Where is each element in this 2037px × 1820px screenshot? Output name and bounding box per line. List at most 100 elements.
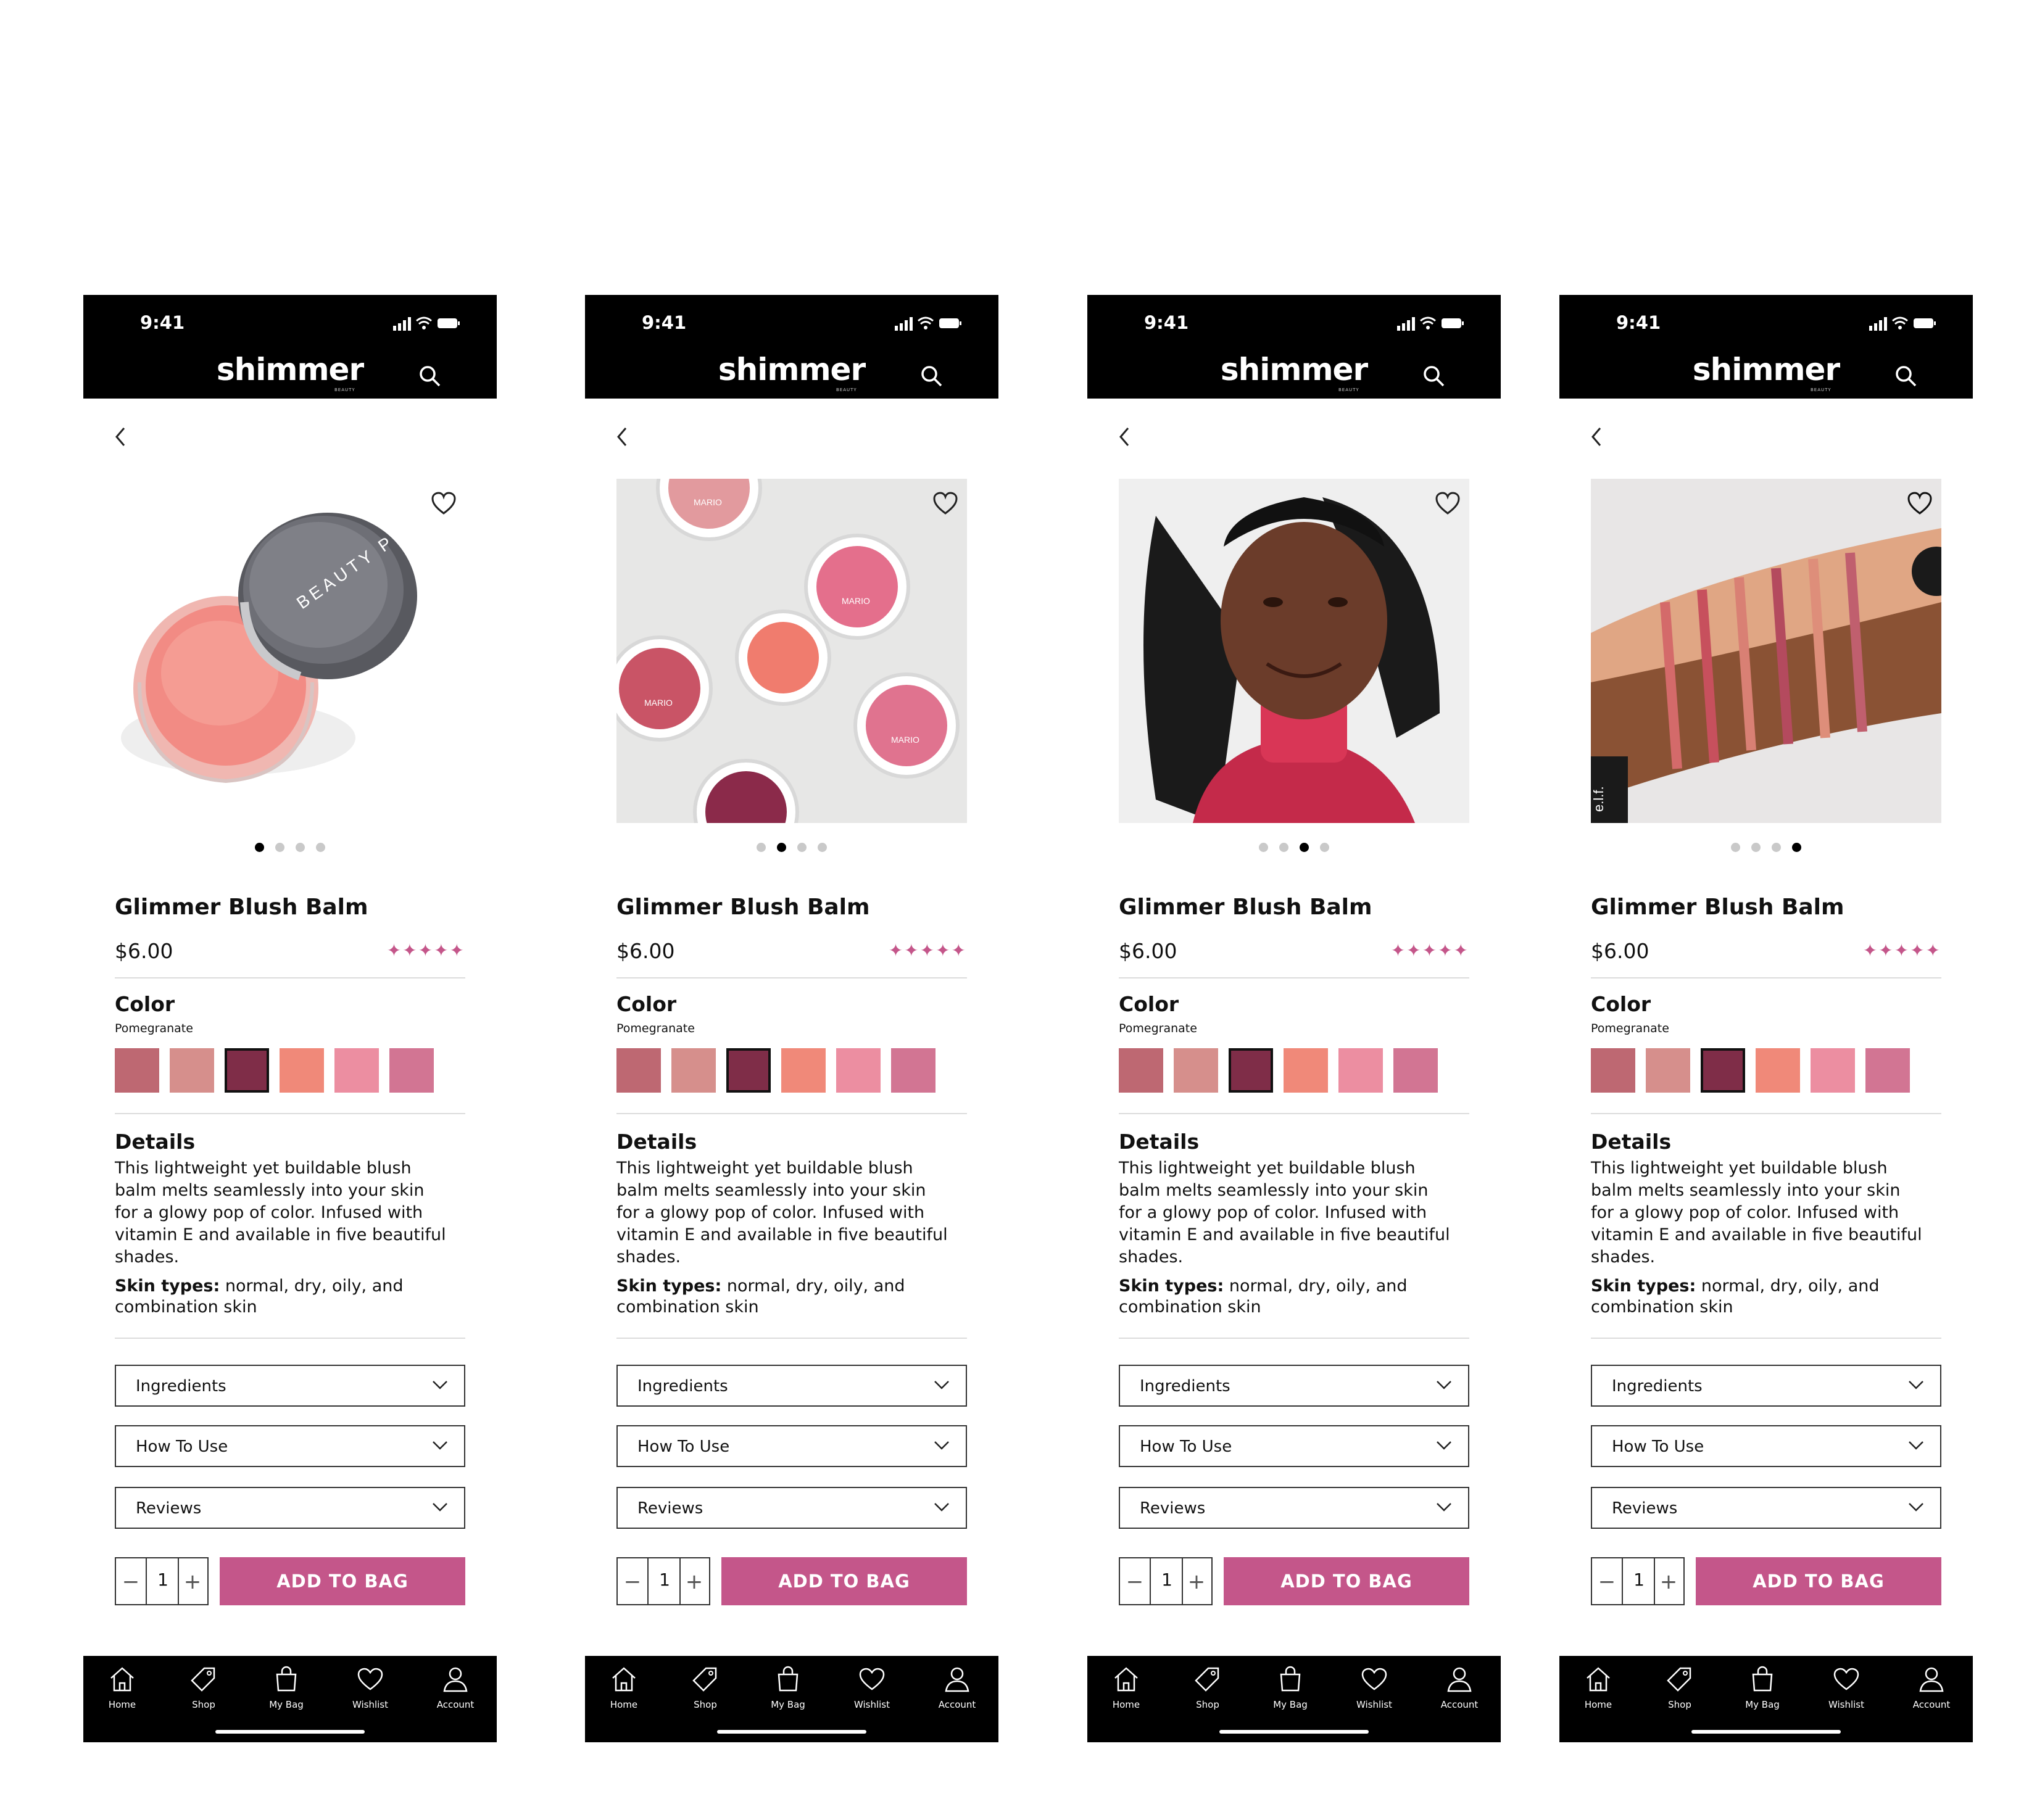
carousel-dot[interactable] bbox=[255, 843, 264, 852]
color-swatch[interactable] bbox=[1756, 1048, 1800, 1093]
tab-shop[interactable]: Shop bbox=[170, 1661, 238, 1723]
color-swatch[interactable] bbox=[616, 1048, 661, 1093]
accordion-how-to-use[interactable]: How To Use bbox=[1119, 1425, 1469, 1467]
tab-my-bag[interactable]: My Bag bbox=[754, 1661, 822, 1723]
carousel-dot[interactable] bbox=[757, 843, 766, 852]
carousel-dot[interactable] bbox=[296, 843, 305, 852]
quantity-value[interactable]: 1 bbox=[1155, 1570, 1179, 1590]
color-swatch[interactable] bbox=[170, 1048, 214, 1093]
tab-wishlist[interactable]: Wishlist bbox=[1340, 1661, 1408, 1723]
color-swatch[interactable] bbox=[334, 1048, 379, 1093]
color-swatch[interactable] bbox=[1284, 1048, 1328, 1093]
product-image-blush-compacts[interactable]: MARIO MARIO MARIO MARIO bbox=[616, 479, 967, 823]
color-swatch[interactable] bbox=[1174, 1048, 1218, 1093]
color-swatch[interactable] bbox=[781, 1048, 826, 1093]
increase-quantity-button[interactable]: + bbox=[180, 1567, 205, 1597]
home-indicator[interactable] bbox=[1219, 1730, 1369, 1734]
search-icon[interactable] bbox=[919, 364, 944, 389]
accordion-reviews[interactable]: Reviews bbox=[115, 1487, 465, 1529]
add-to-bag-button[interactable]: ADD TO BAG bbox=[721, 1557, 967, 1605]
carousel-dot[interactable] bbox=[1731, 843, 1740, 852]
accordion-reviews[interactable]: Reviews bbox=[1119, 1487, 1469, 1529]
tab-my-bag[interactable]: My Bag bbox=[1728, 1661, 1796, 1723]
color-swatch[interactable] bbox=[891, 1048, 936, 1093]
color-swatch[interactable] bbox=[1229, 1048, 1273, 1093]
tab-account[interactable]: Account bbox=[421, 1661, 489, 1723]
increase-quantity-button[interactable]: + bbox=[1184, 1567, 1209, 1597]
carousel-dot[interactable] bbox=[1259, 843, 1268, 852]
quantity-value[interactable]: 1 bbox=[652, 1570, 677, 1590]
heart-icon[interactable] bbox=[1435, 491, 1461, 516]
carousel-dot[interactable] bbox=[797, 843, 807, 852]
tab-account[interactable]: Account bbox=[1425, 1661, 1493, 1723]
product-image-model-portrait[interactable] bbox=[1119, 479, 1469, 823]
add-to-bag-button[interactable]: ADD TO BAG bbox=[220, 1557, 465, 1605]
quantity-value[interactable]: 1 bbox=[1627, 1570, 1651, 1590]
tab-shop[interactable]: Shop bbox=[1174, 1661, 1242, 1723]
color-swatch[interactable] bbox=[115, 1048, 159, 1093]
color-swatch[interactable] bbox=[1646, 1048, 1690, 1093]
color-swatch[interactable] bbox=[1338, 1048, 1383, 1093]
quantity-value[interactable]: 1 bbox=[151, 1570, 175, 1590]
decrease-quantity-button[interactable]: − bbox=[118, 1567, 143, 1597]
search-icon[interactable] bbox=[418, 364, 442, 389]
color-swatch[interactable] bbox=[671, 1048, 716, 1093]
accordion-reviews[interactable]: Reviews bbox=[616, 1487, 967, 1529]
star-rating[interactable]: ✦✦✦✦✦ bbox=[1391, 940, 1469, 961]
tab-home[interactable]: Home bbox=[1564, 1661, 1632, 1723]
color-swatch[interactable] bbox=[280, 1048, 324, 1093]
accordion-ingredients[interactable]: Ingredients bbox=[616, 1365, 967, 1407]
color-swatch[interactable] bbox=[1393, 1048, 1438, 1093]
tab-home[interactable]: Home bbox=[1092, 1661, 1160, 1723]
home-indicator[interactable] bbox=[215, 1730, 365, 1734]
carousel-dot[interactable] bbox=[1320, 843, 1329, 852]
color-swatch[interactable] bbox=[389, 1048, 434, 1093]
decrease-quantity-button[interactable]: − bbox=[1595, 1567, 1619, 1597]
add-to-bag-button[interactable]: ADD TO BAG bbox=[1224, 1557, 1469, 1605]
heart-icon[interactable] bbox=[932, 491, 958, 516]
decrease-quantity-button[interactable]: − bbox=[620, 1567, 645, 1597]
star-rating[interactable]: ✦✦✦✦✦ bbox=[387, 940, 465, 961]
search-icon[interactable] bbox=[1894, 364, 1919, 389]
carousel-dot[interactable] bbox=[1792, 843, 1801, 852]
accordion-how-to-use[interactable]: How To Use bbox=[616, 1425, 967, 1467]
carousel-dot[interactable] bbox=[1751, 843, 1761, 852]
decrease-quantity-button[interactable]: − bbox=[1122, 1567, 1147, 1597]
carousel-dot[interactable] bbox=[1279, 843, 1288, 852]
tab-my-bag[interactable]: My Bag bbox=[252, 1661, 320, 1723]
color-swatch[interactable] bbox=[1865, 1048, 1910, 1093]
tab-shop[interactable]: Shop bbox=[1646, 1661, 1714, 1723]
product-image-blush-balm-jar[interactable]: BEAUTY PIE bbox=[115, 479, 465, 823]
tab-wishlist[interactable]: Wishlist bbox=[838, 1661, 906, 1723]
increase-quantity-button[interactable]: + bbox=[1656, 1567, 1681, 1597]
tab-my-bag[interactable]: My Bag bbox=[1256, 1661, 1324, 1723]
color-swatch[interactable] bbox=[1591, 1048, 1635, 1093]
accordion-how-to-use[interactable]: How To Use bbox=[115, 1425, 465, 1467]
back-arrow-icon[interactable] bbox=[1116, 424, 1134, 449]
accordion-reviews[interactable]: Reviews bbox=[1591, 1487, 1941, 1529]
add-to-bag-button[interactable]: ADD TO BAG bbox=[1696, 1557, 1941, 1605]
tab-account[interactable]: Account bbox=[923, 1661, 991, 1723]
star-rating[interactable]: ✦✦✦✦✦ bbox=[1863, 940, 1941, 961]
product-image-arm-swatches[interactable]: e.l.f. bbox=[1591, 479, 1941, 823]
back-arrow-icon[interactable] bbox=[112, 424, 130, 449]
star-rating[interactable]: ✦✦✦✦✦ bbox=[889, 940, 967, 961]
search-icon[interactable] bbox=[1422, 364, 1446, 389]
color-swatch[interactable] bbox=[836, 1048, 881, 1093]
heart-icon[interactable] bbox=[431, 491, 457, 516]
home-indicator[interactable] bbox=[1691, 1730, 1841, 1734]
carousel-dot[interactable] bbox=[1772, 843, 1781, 852]
heart-icon[interactable] bbox=[1907, 491, 1933, 516]
tab-home[interactable]: Home bbox=[88, 1661, 156, 1723]
back-arrow-icon[interactable] bbox=[613, 424, 632, 449]
accordion-how-to-use[interactable]: How To Use bbox=[1591, 1425, 1941, 1467]
back-arrow-icon[interactable] bbox=[1588, 424, 1606, 449]
color-swatch[interactable] bbox=[1701, 1048, 1745, 1093]
color-swatch[interactable] bbox=[1811, 1048, 1855, 1093]
tab-shop[interactable]: Shop bbox=[671, 1661, 739, 1723]
tab-wishlist[interactable]: Wishlist bbox=[336, 1661, 404, 1723]
increase-quantity-button[interactable]: + bbox=[682, 1567, 707, 1597]
color-swatch[interactable] bbox=[726, 1048, 771, 1093]
tab-account[interactable]: Account bbox=[1898, 1661, 1965, 1723]
carousel-dot[interactable] bbox=[316, 843, 325, 852]
